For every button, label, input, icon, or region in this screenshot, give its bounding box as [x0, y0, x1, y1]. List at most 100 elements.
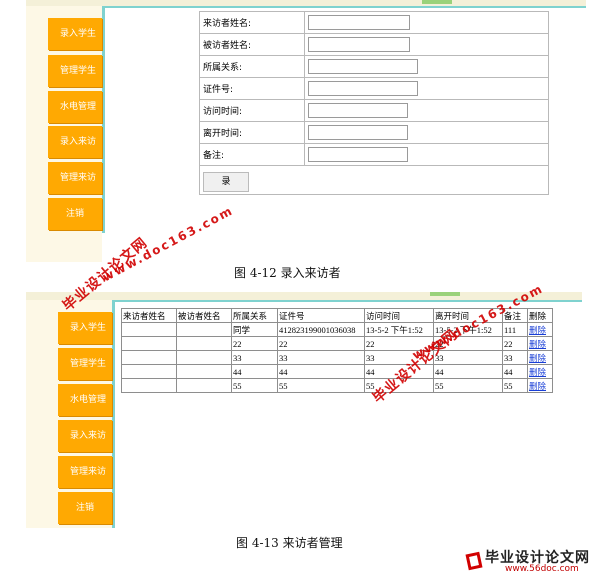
- logo-icon: [465, 551, 483, 571]
- nav-manage-student[interactable]: 管理学生: [48, 55, 102, 87]
- nav-utility[interactable]: 水电管理: [58, 384, 112, 416]
- delete-link[interactable]: 删除: [529, 353, 546, 363]
- table-row: 22 22 22 22 22 删除: [121, 336, 553, 351]
- form-row: 被访者姓名:: [199, 33, 549, 56]
- nav-add-student[interactable]: 录入学生: [48, 18, 102, 50]
- cell: 33: [231, 350, 278, 365]
- cell: 44: [231, 364, 278, 379]
- field-label: 离开时间:: [199, 121, 305, 144]
- field-cell: [304, 77, 549, 100]
- form-row: 访问时间:: [199, 99, 549, 122]
- field-label: 证件号:: [199, 77, 305, 100]
- header-visitor-name: 来访者姓名: [121, 308, 177, 323]
- cell: [176, 350, 232, 365]
- cell: [121, 350, 177, 365]
- nav-logout[interactable]: 注销: [58, 492, 112, 524]
- nav-manage-visitor[interactable]: 管理来访: [58, 456, 112, 488]
- sidebar-separator: [112, 300, 115, 528]
- cell: 44: [433, 364, 503, 379]
- cell: [176, 378, 232, 393]
- cell: 55: [502, 378, 528, 393]
- delete-link[interactable]: 删除: [529, 381, 546, 391]
- visitor-name-input[interactable]: [308, 15, 410, 30]
- screenshot-manage-visitor: 录入学生 管理学生 水电管理 录入来访 管理来访 注销 来访者姓名 被访者姓名 …: [26, 292, 582, 528]
- figure-4-13-caption: 图 4-13 来访者管理: [236, 536, 343, 550]
- logo-url-text: www.56doc.com: [505, 564, 579, 574]
- cell: 111: [502, 322, 528, 337]
- field-cell: [304, 121, 549, 144]
- field-cell: [304, 55, 549, 78]
- site-logo: 毕业设计论文网 www.56doc.com: [465, 547, 605, 575]
- cell: [176, 364, 232, 379]
- relation-input[interactable]: [308, 59, 418, 74]
- cell: 55: [277, 378, 365, 393]
- form-row: 来访者姓名:: [199, 11, 549, 34]
- screenshot-add-visitor: 录入学生 管理学生 水电管理 录入来访 管理来访 注销 来访者姓名: 被访者姓名…: [26, 0, 586, 262]
- cell: 删除: [527, 336, 553, 351]
- table-row: 44 44 44 44 44 删除: [121, 364, 553, 379]
- field-label: 访问时间:: [199, 99, 305, 122]
- cell: 同学: [231, 322, 278, 337]
- cell: [121, 322, 177, 337]
- table-row: 55 55 55 55 55 删除: [121, 378, 553, 393]
- cell: 33: [277, 350, 365, 365]
- host-name-input[interactable]: [308, 37, 410, 52]
- nav-logout[interactable]: 注销: [48, 198, 102, 230]
- nav-add-visitor[interactable]: 录入来访: [48, 126, 102, 158]
- nav-manage-visitor[interactable]: 管理来访: [48, 162, 102, 194]
- figure-4-12-caption: 图 4-12 录入来访者: [234, 266, 341, 280]
- top-bar: [26, 292, 582, 300]
- field-cell: [304, 33, 549, 56]
- form-row: 证件号:: [199, 77, 549, 100]
- table-row: 33 33 33 33 33 删除: [121, 350, 553, 365]
- cell: 删除: [527, 322, 553, 337]
- header-relation: 所属关系: [231, 308, 278, 323]
- header-visit-time: 访问时间: [364, 308, 434, 323]
- cell: 55: [433, 378, 503, 393]
- field-label: 来访者姓名:: [199, 11, 305, 34]
- delete-link[interactable]: 删除: [529, 325, 546, 335]
- visit-time-input[interactable]: [308, 103, 408, 118]
- leave-time-input[interactable]: [308, 125, 408, 140]
- sidebar-separator: [102, 6, 105, 233]
- form-row: 所属关系:: [199, 55, 549, 78]
- cell: 删除: [527, 350, 553, 365]
- remark-input[interactable]: [308, 147, 408, 162]
- cell: 55: [231, 378, 278, 393]
- cell: 22: [277, 336, 365, 351]
- header-host-name: 被访者姓名: [176, 308, 232, 323]
- cell: 412823199001036038: [277, 322, 365, 337]
- field-cell: [304, 99, 549, 122]
- cell: [176, 336, 232, 351]
- cell: 33: [502, 350, 528, 365]
- top-bar-green-mark: [430, 292, 460, 296]
- field-cell: [304, 143, 549, 166]
- cell: 13-5-2 下午1:52: [364, 322, 434, 337]
- id-number-input[interactable]: [308, 81, 418, 96]
- form-row: 录: [199, 165, 549, 195]
- cell: [121, 364, 177, 379]
- table-row: 同学 412823199001036038 13-5-2 下午1:52 13-5…: [121, 322, 553, 337]
- field-label: 被访者姓名:: [199, 33, 305, 56]
- cell: [121, 336, 177, 351]
- field-label: 所属关系:: [199, 55, 305, 78]
- nav-utility[interactable]: 水电管理: [48, 91, 102, 123]
- cell: 删除: [527, 364, 553, 379]
- nav-add-visitor[interactable]: 录入来访: [58, 420, 112, 452]
- top-bar-green-mark: [422, 0, 452, 4]
- cell: [121, 378, 177, 393]
- nav-manage-student[interactable]: 管理学生: [58, 348, 112, 380]
- cell: 44: [502, 364, 528, 379]
- header-id-number: 证件号: [277, 308, 365, 323]
- submit-cell: 录: [199, 165, 549, 195]
- cell: 22: [502, 336, 528, 351]
- nav-add-student[interactable]: 录入学生: [58, 312, 112, 344]
- form-row: 离开时间:: [199, 121, 549, 144]
- delete-link[interactable]: 删除: [529, 339, 546, 349]
- delete-link[interactable]: 删除: [529, 367, 546, 377]
- field-label: 备注:: [199, 143, 305, 166]
- submit-button[interactable]: 录: [203, 172, 249, 192]
- cell: [176, 322, 232, 337]
- cell: 删除: [527, 378, 553, 393]
- header-delete: 删除: [527, 308, 553, 323]
